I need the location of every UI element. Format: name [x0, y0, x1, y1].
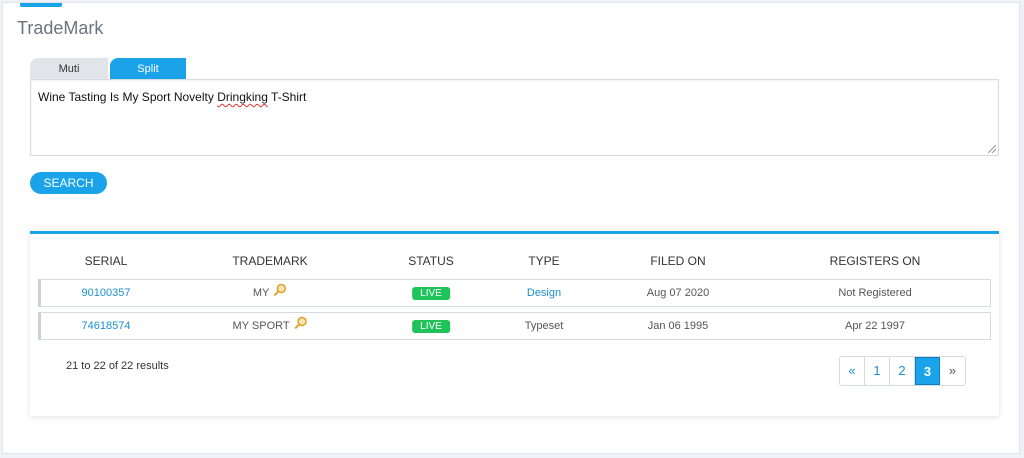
- serial-link[interactable]: 74618574: [82, 313, 131, 339]
- query-text-part: T-Shirt: [267, 90, 307, 104]
- column-header-filed-on: FILED ON: [650, 254, 706, 268]
- type-link[interactable]: Design: [527, 280, 561, 306]
- pagination-page-1[interactable]: 1: [865, 357, 890, 385]
- column-header-registers-on: REGISTERS ON: [829, 254, 921, 268]
- status-cell: LIVE: [412, 280, 450, 306]
- registers-on-cell: Apr 22 1997: [845, 320, 905, 332]
- magnifier-icon[interactable]: [294, 313, 307, 339]
- serial-link[interactable]: 90100357: [82, 280, 131, 306]
- query-text-part: Wine Tasting Is My Sport Novelty: [38, 90, 218, 104]
- search-query-textarea[interactable]: Wine Tasting Is My Sport Novelty Dringki…: [30, 79, 999, 156]
- column-header-status: STATUS: [408, 254, 454, 268]
- search-button[interactable]: SEARCH: [30, 172, 107, 194]
- trademark-name: MY: [252, 287, 270, 299]
- pagination-page-3[interactable]: 3: [915, 357, 940, 385]
- tab-muti-search[interactable]: Muti Search: [30, 58, 108, 97]
- magnifier-icon[interactable]: [274, 280, 287, 306]
- active-nav-indicator: [20, 3, 62, 7]
- trademark-cell: MY SPORT: [233, 313, 308, 339]
- column-header-type: TYPE: [528, 254, 560, 268]
- status-badge: LIVE: [412, 286, 450, 300]
- registers-on-cell: Not Registered: [838, 287, 912, 299]
- pagination: « 1 2 3 »: [839, 356, 966, 386]
- pagination-page-2[interactable]: 2: [890, 357, 915, 385]
- pagination-prev-button[interactable]: «: [840, 357, 865, 385]
- column-header-serial: SERIAL: [84, 254, 128, 268]
- pagination-next-button[interactable]: »: [940, 357, 965, 385]
- table-row[interactable]: 74618574 MY SPORT LIVE Typeset Jan 06 19…: [38, 312, 991, 340]
- trademark-cell: MY: [253, 280, 287, 306]
- textarea-resize-handle[interactable]: [988, 145, 996, 153]
- trademark-name: MY SPORT: [232, 320, 290, 332]
- results-count: 21 to 22 of 22 results: [66, 360, 169, 372]
- filed-on-cell: Jan 06 1995: [647, 320, 709, 332]
- filed-on-cell: Aug 07 2020: [646, 287, 710, 299]
- app-frame: TradeMark Muti Search Split Search Wine …: [2, 2, 1020, 454]
- results-panel: SERIAL TRADEMARK STATUS TYPE FILED ON RE…: [30, 231, 999, 416]
- type-cell: Typeset: [524, 320, 564, 332]
- status-cell: LIVE: [412, 313, 450, 339]
- misspelled-word: Dringking: [217, 90, 268, 104]
- column-header-trademark: TRADEMARK: [232, 254, 308, 268]
- table-row[interactable]: 90100357 MY LIVE Design Aug 07 2020 Not …: [38, 279, 991, 307]
- status-badge: LIVE: [412, 319, 450, 333]
- tab-split-search[interactable]: Split Search: [110, 58, 186, 97]
- page-title: TradeMark: [17, 18, 104, 38]
- search-query-text: Wine Tasting Is My Sport Novelty Dringki…: [38, 90, 306, 104]
